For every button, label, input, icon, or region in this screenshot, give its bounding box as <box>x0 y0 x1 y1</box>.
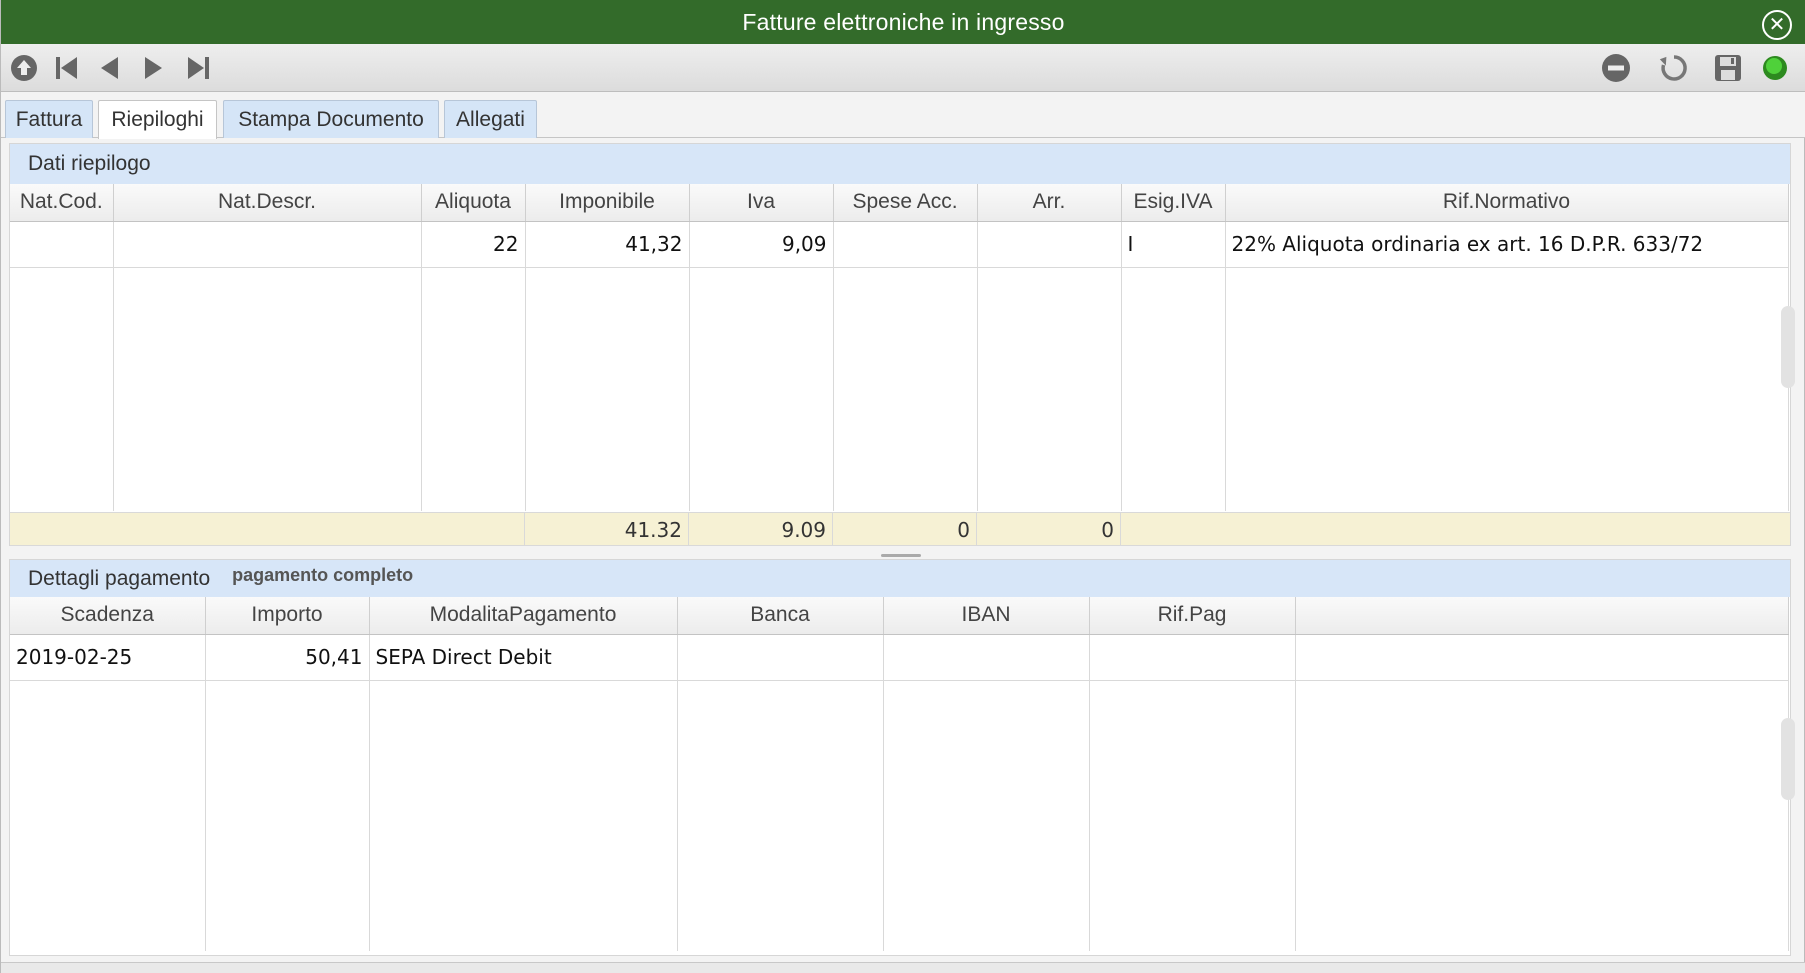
cell-imponibile[interactable]: 41,32 <box>525 221 690 268</box>
col-scadenza[interactable]: Scadenza <box>10 597 206 635</box>
riepilogo-header: Dati riepilogo <box>10 144 1790 184</box>
minus-circle-icon[interactable] <box>1599 51 1633 85</box>
empty-cell <box>10 680 206 951</box>
col-arr[interactable]: Arr. <box>977 184 1122 222</box>
riepilogo-scrollbar[interactable] <box>1781 306 1795 388</box>
pagamento-subtitle: pagamento completo <box>232 565 414 585</box>
col-iva[interactable]: Iva <box>689 184 834 222</box>
riepilogo-table: Nat.Cod. Nat.Descr. Aliquota Imponibile … <box>10 184 1789 511</box>
empty-cell <box>977 267 1122 511</box>
window: Fatture elettroniche in ingresso ✕ Fattu… <box>0 0 1805 973</box>
col-iban[interactable]: IBAN <box>883 597 1090 635</box>
cell-iban[interactable] <box>883 634 1090 681</box>
cell-spese-acc[interactable] <box>833 221 978 268</box>
empty-cell <box>369 680 678 951</box>
riepilogo-panel: Dati riepilogo Nat.Cod. Nat.Descr. Aliqu… <box>9 143 1791 546</box>
cell-rif-normativo[interactable]: 22% Aliquota ordinaria ex art. 16 D.P.R.… <box>1225 221 1789 268</box>
total-imponibile: 41.32 <box>525 513 689 546</box>
tab-allegati[interactable]: Allegati <box>444 100 537 138</box>
skip-first-icon[interactable] <box>50 51 84 85</box>
col-imponibile[interactable]: Imponibile <box>525 184 690 222</box>
tab-fattura[interactable]: Fattura <box>5 100 93 138</box>
col-nat-cod[interactable]: Nat.Cod. <box>10 184 114 222</box>
col-modalita-pagamento[interactable]: ModalitaPagamento <box>369 597 678 635</box>
pagamento-scrollbar[interactable] <box>1781 718 1795 800</box>
status-dot-icon <box>1758 51 1792 85</box>
tab-riepiloghi[interactable]: Riepiloghi <box>98 100 217 139</box>
cell-aliquota[interactable]: 22 <box>421 221 526 268</box>
cell-nat-descr[interactable] <box>113 221 422 268</box>
empty-row <box>10 267 1789 511</box>
col-rif-pag[interactable]: Rif.Pag <box>1089 597 1296 635</box>
col-spese-acc[interactable]: Spese Acc. <box>833 184 978 222</box>
title-bar: Fatture elettroniche in ingresso ✕ <box>1 0 1805 44</box>
tab-bar: Fattura Riepiloghi Stampa Documento Alle… <box>1 92 1805 139</box>
toolbar <box>1 44 1805 92</box>
empty-cell <box>525 267 690 511</box>
tab-stampa-documento[interactable]: Stampa Documento <box>223 100 439 138</box>
cell-arr[interactable] <box>977 221 1122 268</box>
cell-importo[interactable]: 50,41 <box>205 634 370 681</box>
col-importo[interactable]: Importo <box>205 597 370 635</box>
empty-cell <box>1089 680 1296 951</box>
empty-cell <box>1121 267 1226 511</box>
empty-cell <box>689 267 834 511</box>
col-extra <box>1295 597 1789 635</box>
empty-cell <box>1225 267 1789 511</box>
totals-spacer <box>10 513 525 546</box>
window-title: Fatture elettroniche in ingresso <box>742 8 1065 35</box>
table-row[interactable]: 22 41,32 9,09 I 22% Aliquota ordinaria e… <box>10 221 1789 268</box>
empty-cell <box>677 680 884 951</box>
skip-last-icon[interactable] <box>181 51 215 85</box>
empty-cell <box>205 680 370 951</box>
cell-iva[interactable]: 9,09 <box>689 221 834 268</box>
empty-row <box>10 680 1789 951</box>
empty-cell <box>421 267 526 511</box>
circle-up-icon[interactable] <box>7 51 41 85</box>
pagamento-panel: Dettagli pagamento pagamento completo Sc… <box>9 559 1791 956</box>
empty-cell <box>883 680 1090 951</box>
empty-cell <box>113 267 422 511</box>
cell-esig-iva[interactable]: I <box>1121 221 1226 268</box>
cell-extra <box>1295 634 1789 681</box>
close-icon[interactable]: ✕ <box>1762 10 1792 40</box>
empty-cell <box>1295 680 1789 951</box>
col-rif-normativo[interactable]: Rif.Normativo <box>1225 184 1789 222</box>
col-aliquota[interactable]: Aliquota <box>421 184 526 222</box>
riepilogo-title: Dati riepilogo <box>28 152 151 175</box>
cell-nat-cod[interactable] <box>10 221 114 268</box>
save-icon[interactable] <box>1711 51 1745 85</box>
splitter-handle[interactable] <box>881 554 921 557</box>
cell-modalita[interactable]: SEPA Direct Debit <box>369 634 678 681</box>
next-icon[interactable] <box>136 51 170 85</box>
col-banca[interactable]: Banca <box>677 597 884 635</box>
total-arr: 0 <box>977 513 1121 546</box>
pagamento-table: Scadenza Importo ModalitaPagamento Banca… <box>10 597 1789 951</box>
cell-scadenza[interactable]: 2019-02-25 <box>10 634 206 681</box>
cell-banca[interactable] <box>677 634 884 681</box>
refresh-icon[interactable] <box>1657 51 1691 85</box>
total-spese: 0 <box>833 513 977 546</box>
total-iva: 9.09 <box>689 513 833 546</box>
empty-cell <box>833 267 978 511</box>
col-nat-descr[interactable]: Nat.Descr. <box>113 184 422 222</box>
riepilogo-totals: 41.32 9.09 0 0 <box>10 512 1790 546</box>
pagamento-header: Dettagli pagamento pagamento completo <box>10 560 1790 597</box>
status-bar <box>1 962 1805 973</box>
cell-rif-pag[interactable] <box>1089 634 1296 681</box>
table-row[interactable]: 2019-02-25 50,41 SEPA Direct Debit <box>10 634 1789 681</box>
pagamento-title: Dettagli pagamento <box>28 566 211 590</box>
prev-icon[interactable] <box>93 51 127 85</box>
empty-cell <box>10 267 114 511</box>
col-esig-iva[interactable]: Esig.IVA <box>1121 184 1226 222</box>
